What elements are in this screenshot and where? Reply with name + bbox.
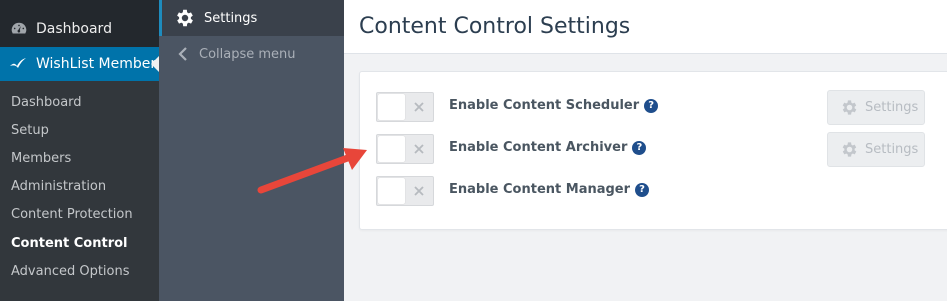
toggle-knob xyxy=(378,94,405,120)
close-icon xyxy=(414,144,424,154)
menu-item-dashboard-label: Dashboard xyxy=(36,21,112,37)
settings-card: Enable Content Scheduler? Settings Enabl… xyxy=(359,71,947,230)
setting-row-content-archiver: Enable Content Archiver? Settings xyxy=(376,132,946,167)
active-menu-pointer xyxy=(151,56,159,72)
main-content: Content Control Settings Enable Content … xyxy=(344,0,947,301)
gear-icon xyxy=(177,9,193,27)
wishlist-logo-icon xyxy=(10,58,26,68)
content-scheduler-settings-button[interactable]: Settings xyxy=(827,90,925,125)
menu-item-wishlist-label: WishList Member xyxy=(36,56,157,72)
collapse-menu-label: Collapse menu xyxy=(199,46,296,62)
content-archiver-settings-button[interactable]: Settings xyxy=(827,132,925,167)
page-title: Content Control Settings xyxy=(359,14,631,39)
submenu-item-content-protection[interactable]: Content Protection xyxy=(0,201,159,229)
admin-sidebar: Dashboard WishList Member Dashboard Setu… xyxy=(0,0,159,301)
setting-label-text: Enable Content Scheduler xyxy=(449,98,640,113)
wishlist-submenu: Dashboard Setup Members Administration C… xyxy=(0,81,159,301)
close-icon xyxy=(414,186,424,196)
setting-label: Enable Content Scheduler? xyxy=(449,98,659,113)
setting-row-content-manager: Enable Content Manager? xyxy=(376,176,946,206)
submenu-item-setup[interactable]: Setup xyxy=(0,116,159,144)
gear-icon xyxy=(842,100,857,115)
settings-button-label: Settings xyxy=(865,100,919,115)
page-header: Content Control Settings xyxy=(344,0,947,54)
menu-item-wishlist-member[interactable]: WishList Member xyxy=(0,47,159,81)
content-scheduler-toggle[interactable] xyxy=(376,92,434,122)
help-icon[interactable]: ? xyxy=(644,99,659,113)
help-icon[interactable]: ? xyxy=(635,183,650,197)
annotation-arrow xyxy=(257,148,367,194)
collapse-menu-button[interactable]: Collapse menu xyxy=(159,36,344,72)
gear-icon xyxy=(842,142,857,157)
setting-label: Enable Content Archiver? xyxy=(449,140,647,155)
setting-label: Enable Content Manager? xyxy=(449,182,650,197)
submenu-item-content-control[interactable]: Content Control xyxy=(0,229,159,257)
setting-row-content-scheduler: Enable Content Scheduler? Settings xyxy=(376,90,946,125)
settings-button-label: Settings xyxy=(865,142,919,157)
submenu-item-members[interactable]: Members xyxy=(0,144,159,172)
chevron-left-icon xyxy=(178,47,187,61)
menu-item-dashboard[interactable]: Dashboard xyxy=(0,14,159,44)
submenu-item-dashboard[interactable]: Dashboard xyxy=(0,88,159,116)
submenu-item-administration[interactable]: Administration xyxy=(0,173,159,201)
setting-label-text: Enable Content Archiver xyxy=(449,140,628,155)
submenu-item-advanced-options[interactable]: Advanced Options xyxy=(0,257,159,285)
setting-label-text: Enable Content Manager xyxy=(449,182,631,197)
panel-settings-item[interactable]: Settings xyxy=(159,0,344,36)
close-icon xyxy=(414,102,424,112)
panel-settings-label: Settings xyxy=(204,10,258,26)
dashboard-icon xyxy=(11,22,27,34)
help-icon[interactable]: ? xyxy=(632,141,647,155)
